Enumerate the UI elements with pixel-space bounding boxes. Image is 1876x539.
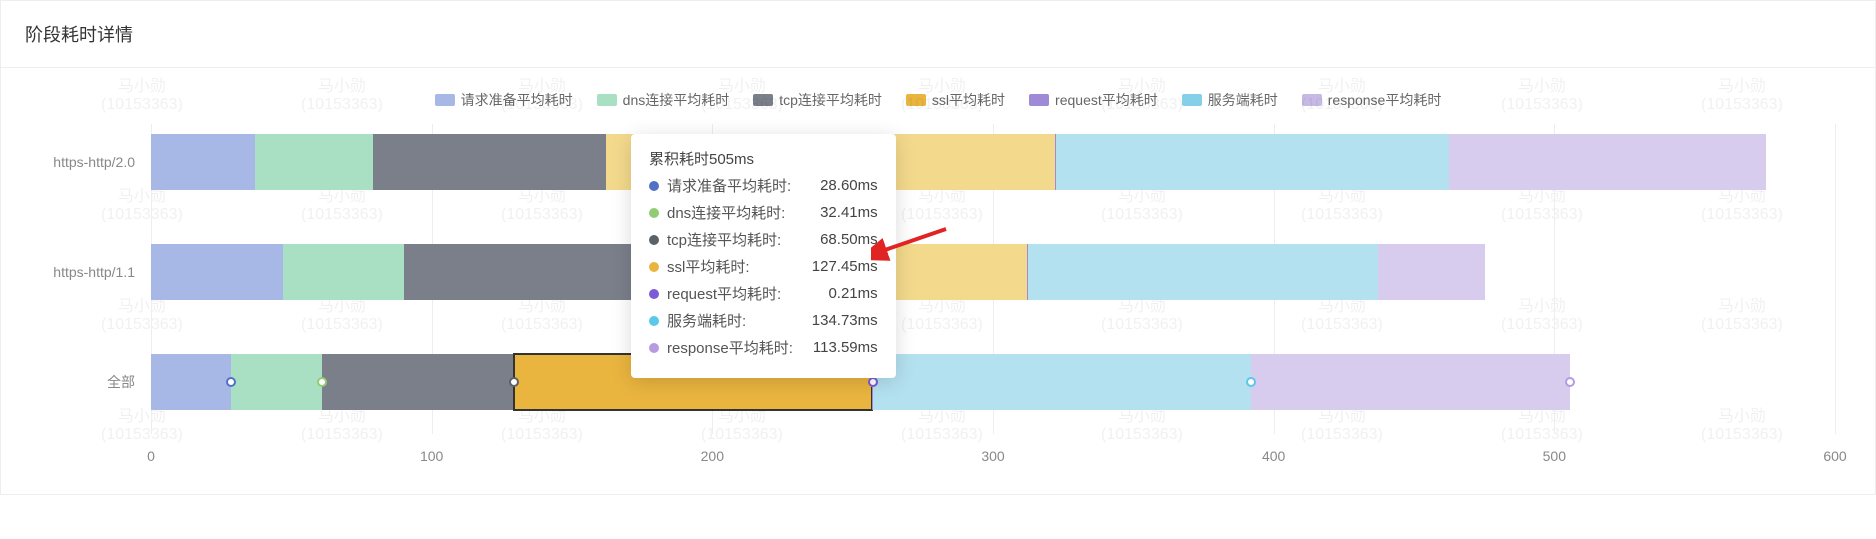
tooltip-dot-icon	[649, 262, 659, 272]
marker-dot	[868, 377, 878, 387]
bar-segment[interactable]	[1378, 244, 1485, 300]
tooltip-row: tcp连接平均耗时: 68.50ms	[649, 229, 878, 250]
tooltip-label: response平均耗时:	[667, 337, 793, 358]
bar-segment[interactable]	[404, 244, 657, 300]
legend-swatch	[597, 94, 617, 106]
tooltip-dot-icon	[649, 208, 659, 218]
tooltip-value: 113.59ms	[813, 339, 878, 356]
legend-item-server[interactable]: 服务端耗时	[1182, 90, 1278, 110]
legend-item-request[interactable]: request平均耗时	[1029, 90, 1158, 110]
legend-swatch	[1182, 94, 1202, 106]
legend-item-response[interactable]: response平均耗时	[1302, 90, 1442, 110]
row-label: 全部	[11, 372, 141, 392]
tooltip-value: 134.73ms	[812, 312, 878, 329]
bar-segment[interactable]	[1056, 134, 1449, 190]
bar-segment[interactable]	[1449, 134, 1766, 190]
tooltip-row: response平均耗时: 113.59ms	[649, 337, 878, 358]
x-tick: 500	[1543, 448, 1566, 464]
legend-item-prep[interactable]: 请求准备平均耗时	[435, 90, 573, 110]
tooltip-value: 32.41ms	[820, 204, 878, 221]
tooltip-value: 28.60ms	[820, 177, 878, 194]
legend-label: dns连接平均耗时	[623, 90, 730, 110]
x-tick: 0	[147, 448, 155, 464]
tooltip: 累积耗时505ms 请求准备平均耗时: 28.60ms dns连接平均耗时: 32.4…	[631, 134, 896, 378]
marker-dot	[1246, 377, 1256, 387]
legend-label: tcp连接平均耗时	[779, 90, 882, 110]
bar-row[interactable]: https-http/1.1	[151, 244, 1835, 300]
grid-line	[1835, 124, 1836, 434]
tooltip-row: 请求准备平均耗时: 28.60ms	[649, 175, 878, 196]
tooltip-row: ssl平均耗时: 127.45ms	[649, 256, 878, 277]
tooltip-dot-icon	[649, 235, 659, 245]
row-label: https-http/1.1	[11, 264, 141, 280]
row-label: https-http/2.0	[11, 154, 141, 170]
x-tick: 600	[1823, 448, 1846, 464]
tooltip-label: tcp连接平均耗时:	[667, 229, 781, 250]
tooltip-label: dns连接平均耗时:	[667, 202, 785, 223]
tooltip-value: 127.45ms	[812, 258, 878, 275]
x-tick: 100	[420, 448, 443, 464]
marker-dot	[509, 377, 519, 387]
tooltip-label: 服务端耗时:	[667, 310, 746, 331]
tooltip-row: request平均耗时: 0.21ms	[649, 283, 878, 304]
x-tick: 200	[701, 448, 724, 464]
legend-label: response平均耗时	[1328, 90, 1442, 110]
legend-label: 服务端耗时	[1208, 90, 1278, 110]
tooltip-label: request平均耗时:	[667, 283, 781, 304]
bar-segment[interactable]	[151, 354, 231, 410]
page-title: 阶段耗时详情	[1, 1, 1875, 68]
bar-segment[interactable]	[283, 244, 404, 300]
bar-row[interactable]: https-http/2.0	[151, 134, 1835, 190]
marker-dot	[317, 377, 327, 387]
bar-segment[interactable]	[1028, 244, 1379, 300]
marker-dot	[226, 377, 236, 387]
tooltip-dot-icon	[649, 181, 659, 191]
legend-swatch	[1302, 94, 1322, 106]
legend-item-tcp[interactable]: tcp连接平均耗时	[753, 90, 882, 110]
plot[interactable]: 累积耗时505ms 请求准备平均耗时: 28.60ms dns连接平均耗时: 32.4…	[151, 124, 1835, 464]
annotation-arrow	[871, 224, 951, 264]
legend-item-ssl[interactable]: ssl平均耗时	[906, 90, 1005, 110]
legend-label: 请求准备平均耗时	[461, 90, 573, 110]
tooltip-dot-icon	[649, 289, 659, 299]
tooltip-value: 68.50ms	[820, 231, 878, 248]
panel: 阶段耗时详情 马小勋(10153363)马小勋(10153363)马小勋(101…	[0, 0, 1876, 495]
tooltip-title: 累积耗时505ms	[649, 148, 878, 169]
legend-label: ssl平均耗时	[932, 90, 1005, 110]
tooltip-label: 请求准备平均耗时:	[667, 175, 791, 196]
bar-segment[interactable]	[373, 134, 606, 190]
legend-swatch	[906, 94, 926, 106]
legend-swatch	[435, 94, 455, 106]
bar-segment[interactable]	[151, 134, 255, 190]
bar-row[interactable]: 全部	[151, 354, 1835, 410]
marker-dot	[1565, 377, 1575, 387]
legend-item-dns[interactable]: dns连接平均耗时	[597, 90, 730, 110]
legend-label: request平均耗时	[1055, 90, 1158, 110]
tooltip-dot-icon	[649, 343, 659, 353]
x-tick: 400	[1262, 448, 1285, 464]
tooltip-dot-icon	[649, 316, 659, 326]
legend-swatch	[753, 94, 773, 106]
tooltip-row: dns连接平均耗时: 32.41ms	[649, 202, 878, 223]
legend-swatch	[1029, 94, 1049, 106]
bar-segment[interactable]	[231, 354, 322, 410]
bar-segment[interactable]	[255, 134, 373, 190]
tooltip-value: 0.21ms	[828, 285, 877, 302]
bar-segment[interactable]	[151, 244, 283, 300]
tooltip-row: 服务端耗时: 134.73ms	[649, 310, 878, 331]
bar-segment[interactable]	[322, 354, 514, 410]
legend: 请求准备平均耗时 dns连接平均耗时 tcp连接平均耗时 ssl平均耗时 request…	[11, 84, 1865, 124]
chart-area[interactable]: 马小勋(10153363)马小勋(10153363)马小勋(10153363)马…	[1, 68, 1875, 494]
x-tick: 300	[981, 448, 1004, 464]
bar-segment[interactable]	[873, 354, 1251, 410]
tooltip-label: ssl平均耗时:	[667, 256, 750, 277]
bar-segment[interactable]	[1251, 354, 1570, 410]
